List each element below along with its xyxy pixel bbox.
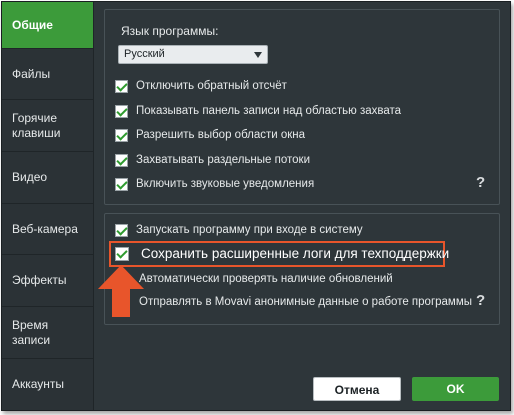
checkbox[interactable] bbox=[115, 79, 128, 93]
language-label: Язык программы: bbox=[121, 24, 219, 38]
cancel-button[interactable]: Отмена bbox=[313, 377, 401, 401]
sidebar-item-video[interactable]: Видео bbox=[2, 152, 93, 204]
option-label: Отключить обратный отсчёт bbox=[136, 80, 287, 92]
help-icon[interactable]: ? bbox=[476, 292, 485, 309]
option-sound-notifications[interactable]: Включить звуковые уведомления bbox=[115, 176, 314, 192]
checkbox[interactable] bbox=[115, 223, 128, 237]
language-select-value: Русский bbox=[124, 48, 165, 60]
checkbox[interactable] bbox=[115, 177, 128, 191]
settings-window: Общие Файлы Горячие клавиши Видео Веб-ка… bbox=[1, 1, 511, 411]
checkbox[interactable] bbox=[115, 128, 128, 142]
option-label: Сохранить расширенные логи для техподдер… bbox=[141, 246, 450, 261]
sidebar-item-label: Веб-камера bbox=[12, 221, 78, 236]
sidebar-item-label: Аккаунты bbox=[12, 377, 65, 391]
checkbox[interactable] bbox=[115, 104, 128, 118]
sidebar-item-hotkeys[interactable]: Горячие клавиши bbox=[2, 100, 93, 152]
sidebar-item-label: Время записи bbox=[12, 317, 51, 347]
option-label: Показывать панель записи над областью за… bbox=[136, 105, 402, 117]
sidebar-item-webcam[interactable]: Веб-камера bbox=[2, 204, 93, 255]
sidebar-item-effects[interactable]: Эффекты bbox=[2, 255, 93, 307]
option-auto-check-updates[interactable]: Автоматически проверять наличие обновлен… bbox=[131, 271, 393, 287]
sidebar-item-label: Эффекты bbox=[12, 273, 67, 287]
option-send-anonymous-data[interactable]: Отправлять в Movavi анонимные данные о р… bbox=[131, 294, 472, 310]
checkbox[interactable] bbox=[115, 246, 129, 261]
chevron-down-icon bbox=[254, 52, 262, 58]
sidebar: Общие Файлы Горячие клавиши Видео Веб-ка… bbox=[2, 2, 94, 410]
option-launch-at-login[interactable]: Запускать программу при входе в систему bbox=[115, 222, 363, 238]
option-disable-countdown[interactable]: Отключить обратный отсчёт bbox=[115, 78, 287, 94]
ok-button[interactable]: OK bbox=[412, 377, 499, 401]
sidebar-item-general[interactable]: Общие bbox=[2, 2, 93, 49]
language-select[interactable]: Русский bbox=[118, 45, 268, 64]
sidebar-item-label: Горячие клавиши bbox=[12, 110, 61, 140]
help-icon[interactable]: ? bbox=[476, 174, 485, 191]
option-separate-streams[interactable]: Захватывать раздельные потоки bbox=[115, 152, 310, 168]
sidebar-item-label: Видео bbox=[12, 170, 48, 184]
arrow-up-icon bbox=[98, 265, 144, 317]
sidebar-item-label: Файлы bbox=[12, 66, 51, 81]
sidebar-item-files[interactable]: Файлы bbox=[2, 49, 93, 100]
sidebar-item-accounts[interactable]: Аккаунты bbox=[2, 359, 93, 410]
option-label: Включить звуковые уведомления bbox=[136, 178, 315, 190]
sidebar-item-recording-time[interactable]: Время записи bbox=[2, 307, 93, 359]
option-window-area-select[interactable]: Разрешить выбор области окна bbox=[115, 127, 305, 143]
option-label: Разрешить выбор области окна bbox=[136, 129, 306, 141]
option-label: Захватывать раздельные потоки bbox=[136, 154, 310, 166]
option-label: Отправлять в Movavi анонимные данные о р… bbox=[139, 296, 473, 308]
checkbox[interactable] bbox=[115, 153, 128, 167]
option-label: Автоматически проверять наличие обновлен… bbox=[139, 273, 393, 285]
option-extended-logs[interactable]: Сохранить расширенные логи для техподдер… bbox=[115, 246, 449, 261]
sidebar-item-label: Общие bbox=[12, 17, 53, 32]
option-show-record-panel[interactable]: Показывать панель записи над областью за… bbox=[115, 103, 401, 119]
option-label: Запускать программу при входе в систему bbox=[136, 224, 363, 236]
